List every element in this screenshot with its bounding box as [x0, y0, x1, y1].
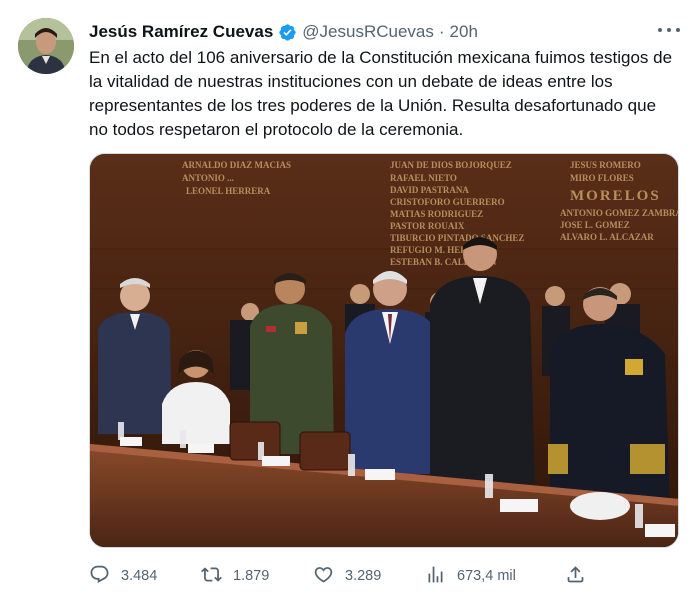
engraving-13: JESUS ROMERO [570, 160, 641, 170]
avatar[interactable] [18, 18, 74, 74]
tweet-card[interactable]: Jesús Ramírez Cuevas @JesusRCuevas · 20h… [0, 0, 700, 599]
ceremony-photo: ARNALDO DIAZ MACIAS ANTONIO ... LEONEL H… [90, 154, 679, 547]
engraving-10: TIBURCIO PINTADO SANCHEZ [390, 233, 524, 243]
timestamp[interactable]: 20h [450, 22, 478, 42]
engraving-8: MATIAS RODRIGUEZ [390, 209, 483, 219]
avatar-image [18, 18, 74, 74]
retweet-count: 1.879 [233, 568, 270, 584]
tweet-header: Jesús Ramírez Cuevas @JesusRCuevas · 20h [89, 20, 680, 44]
tweet-body: En el acto del 106 aniversario de la Con… [89, 48, 673, 139]
engraving-6: DAVID PASTRANA [390, 185, 469, 195]
separator: · [438, 22, 445, 41]
views-count: 673,4 mil [457, 568, 516, 584]
more-options-icon[interactable] [658, 22, 680, 38]
engraving-1: ARNALDO DIAZ MACIAS [182, 160, 291, 170]
share-icon [565, 564, 586, 588]
engraving-14: MIRO FLORES [570, 173, 634, 183]
engraving-15: MORELOS [570, 188, 661, 204]
engraving-9: PASTOR ROUAIX [390, 221, 465, 231]
like-button[interactable]: 3.289 [313, 562, 381, 590]
tweet-text: En el acto del 106 aniversario de la Con… [89, 46, 679, 142]
verified-badge-icon [278, 23, 297, 42]
handle[interactable]: @JesusRCuevas [302, 22, 434, 42]
engraving-16: ANTONIO GOMEZ ZAMBRANO [560, 208, 679, 218]
retweet-icon [201, 564, 222, 588]
display-name[interactable]: Jesús Ramírez Cuevas [89, 22, 273, 42]
engraving-17: JOSE L. GOMEZ [560, 220, 630, 230]
engraving-5: RAFAEL NIETO [390, 173, 457, 183]
like-count: 3.289 [345, 568, 382, 584]
engraving-2: ANTONIO ... [182, 173, 234, 183]
reply-count: 3.484 [121, 568, 158, 584]
engraving-7: CRISTOFORO GUERRERO [390, 197, 505, 207]
engraving-18: ALVARO L. ALCAZAR [560, 232, 654, 242]
like-icon [313, 564, 334, 588]
reply-icon [89, 564, 110, 588]
retweet-button[interactable]: 1.879 [201, 562, 269, 590]
views-button[interactable]: 673,4 mil [425, 562, 516, 590]
tweet-actions: 3.484 1.879 3.289 673,4 mil [89, 562, 689, 590]
engraving-4: JUAN DE DIOS BOJORQUEZ [390, 160, 512, 170]
tweet-photo[interactable]: ARNALDO DIAZ MACIAS ANTONIO ... LEONEL H… [89, 153, 679, 548]
engraving-3: LEONEL HERRERA [186, 186, 271, 196]
views-icon [425, 564, 446, 588]
share-button[interactable] [565, 562, 586, 590]
reply-button[interactable]: 3.484 [89, 562, 157, 590]
